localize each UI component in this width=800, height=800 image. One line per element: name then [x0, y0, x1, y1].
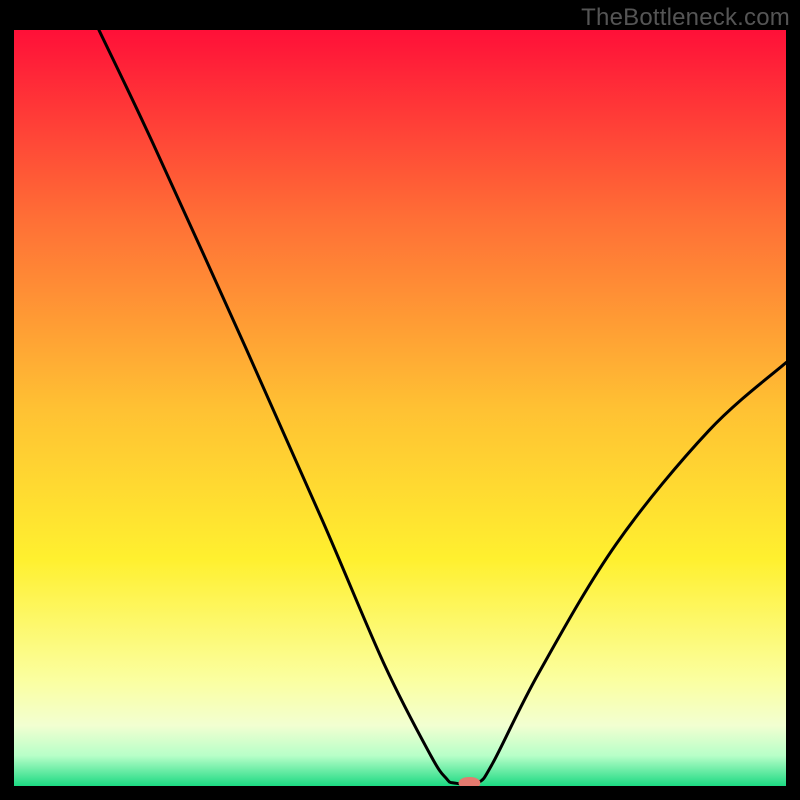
watermark-text: TheBottleneck.com: [581, 4, 790, 32]
chart-background: [14, 30, 786, 786]
chart-frame: TheBottleneck.com: [0, 0, 800, 800]
bottleneck-chart: [14, 30, 786, 786]
